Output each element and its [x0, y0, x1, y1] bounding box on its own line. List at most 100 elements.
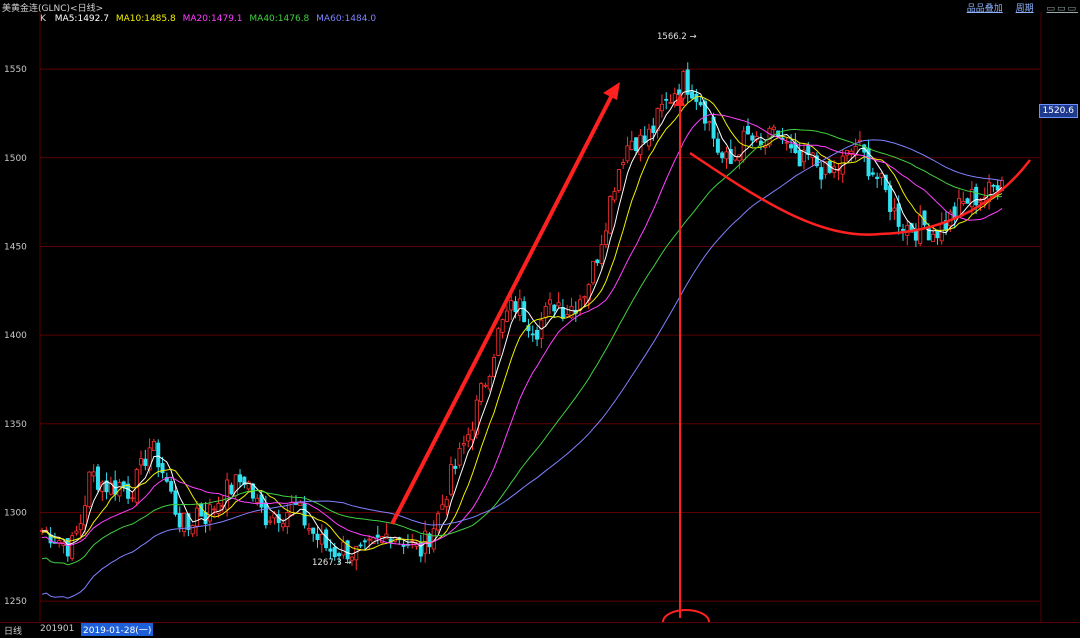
candle-body — [169, 481, 174, 492]
candle-body — [453, 465, 458, 469]
candle — [311, 527, 316, 542]
candle — [268, 516, 273, 525]
start-date: 201901 — [40, 624, 75, 634]
candle-body — [522, 301, 527, 323]
candle — [724, 146, 729, 169]
candle — [194, 500, 199, 537]
candle-body — [965, 198, 970, 204]
candle-body — [255, 497, 260, 503]
candle-body — [444, 498, 449, 508]
y-tick-1450: 1450 — [4, 242, 27, 252]
candle — [599, 235, 604, 270]
candle-body — [324, 529, 329, 549]
candle — [875, 172, 880, 188]
candle — [70, 531, 75, 561]
candle — [845, 150, 850, 162]
candle-body — [651, 125, 656, 133]
candle-body — [552, 304, 557, 312]
candle — [504, 305, 509, 323]
candle-body — [418, 542, 423, 557]
sep-highlight-circle — [662, 609, 710, 622]
candle — [104, 472, 109, 500]
candle — [190, 524, 195, 538]
candle — [866, 139, 871, 180]
candle-body — [931, 233, 936, 243]
candle — [108, 476, 113, 496]
candle-body — [504, 310, 509, 322]
candle-body — [634, 137, 639, 152]
candle — [319, 524, 324, 553]
candle — [448, 456, 453, 497]
candle-body — [74, 530, 79, 534]
candle — [453, 458, 458, 475]
candle-body — [961, 201, 966, 204]
candle — [956, 189, 961, 218]
candle — [535, 326, 540, 347]
candle — [238, 469, 243, 488]
candle-body — [784, 141, 789, 144]
candle-body — [470, 429, 475, 441]
candle-body — [448, 464, 453, 495]
candle-body — [332, 546, 337, 558]
candle — [961, 191, 966, 207]
y-tick-1350: 1350 — [4, 420, 27, 430]
candle-body — [560, 307, 565, 319]
candle-body — [341, 541, 346, 556]
candle — [229, 482, 234, 496]
candle — [935, 229, 940, 245]
candle-body — [513, 301, 518, 313]
candle — [74, 525, 79, 536]
candle — [625, 136, 630, 164]
candle-body — [466, 434, 471, 442]
candle — [797, 143, 802, 167]
candle-body — [591, 260, 596, 284]
candle-body — [724, 151, 729, 160]
candle-body — [457, 447, 462, 466]
candle-body — [298, 502, 303, 506]
candle-body — [83, 505, 88, 526]
candle — [539, 312, 544, 349]
candle-body — [535, 329, 540, 340]
candle — [638, 129, 643, 162]
y-tick-1250: 1250 — [4, 597, 27, 607]
candle — [457, 442, 462, 469]
candle — [814, 152, 819, 168]
candle — [991, 183, 996, 193]
candle — [612, 187, 617, 203]
candle-body — [690, 91, 695, 99]
candle — [492, 353, 497, 378]
candle-body — [375, 534, 380, 538]
candle-body — [139, 458, 144, 466]
candle-body — [646, 128, 651, 147]
candle — [857, 130, 862, 147]
candle-body — [582, 296, 587, 299]
candle-body — [900, 228, 905, 231]
candle-body — [621, 162, 626, 166]
candle-body — [974, 186, 979, 206]
candle — [556, 292, 561, 309]
candle-body — [565, 314, 570, 318]
candle — [216, 496, 221, 518]
candle-body — [879, 173, 884, 178]
candle — [810, 151, 815, 167]
candle-body — [487, 375, 492, 390]
candle-body — [629, 140, 634, 151]
candle — [655, 107, 660, 139]
candle-body — [95, 466, 100, 490]
candle — [801, 142, 806, 170]
candle-body — [500, 319, 505, 333]
candle-body — [698, 101, 703, 106]
candle — [461, 435, 466, 454]
candle-body — [302, 503, 307, 526]
candle-body — [328, 548, 333, 552]
candle-body — [207, 504, 212, 522]
candle — [410, 533, 415, 549]
candle-body — [190, 524, 195, 535]
candle-body — [720, 152, 725, 159]
candle — [95, 463, 100, 494]
candle — [892, 198, 897, 220]
candle-body — [771, 126, 776, 131]
candle — [629, 130, 634, 151]
time-axis-bar: 日线 201901 2019-01-28(一) — [0, 622, 1080, 638]
candlestick-chart[interactable]: 1550150014501400135013001250030405060708… — [0, 0, 1080, 622]
